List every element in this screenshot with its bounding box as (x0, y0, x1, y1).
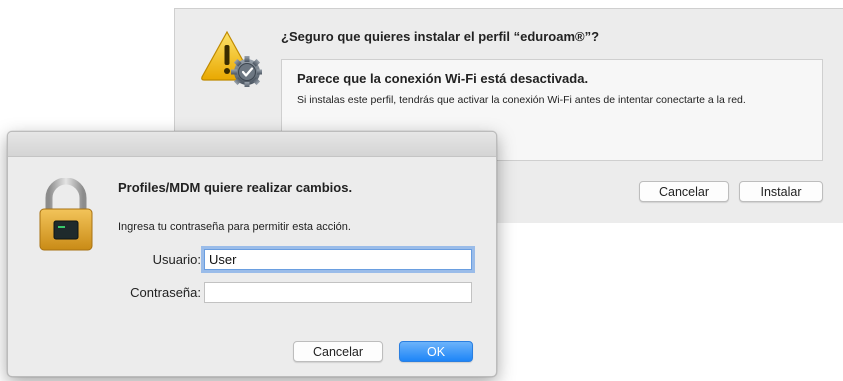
auth-cancel-button[interactable]: Cancelar (293, 341, 383, 362)
install-cancel-button[interactable]: Cancelar (639, 181, 729, 202)
install-sheet-title: ¿Seguro que quieres instalar el perfil “… (281, 29, 600, 44)
password-field[interactable] (204, 282, 472, 303)
wifi-warning-body: Si instalas este perfil, tendrás que act… (297, 94, 746, 106)
padlock-icon (39, 178, 93, 251)
auth-dialog-description: Ingresa tu contraseña para permitir esta… (118, 221, 351, 233)
auth-dialog: Profiles/MDM quiere realizar cambios. In… (7, 131, 497, 377)
install-button[interactable]: Instalar (739, 181, 823, 202)
auth-dialog-titlebar[interactable] (8, 132, 496, 157)
wifi-warning-heading: Parece que la conexión Wi-Fi está desact… (297, 71, 589, 86)
username-field[interactable] (204, 249, 472, 270)
password-label: Contraseña: (130, 285, 201, 300)
username-label: Usuario: (152, 252, 201, 267)
ok-button[interactable]: OK (399, 341, 473, 362)
auth-dialog-title: Profiles/MDM quiere realizar cambios. (118, 180, 353, 195)
screen: ¿Seguro que quieres instalar el perfil “… (0, 0, 843, 381)
warning-gear-icon (201, 30, 262, 87)
